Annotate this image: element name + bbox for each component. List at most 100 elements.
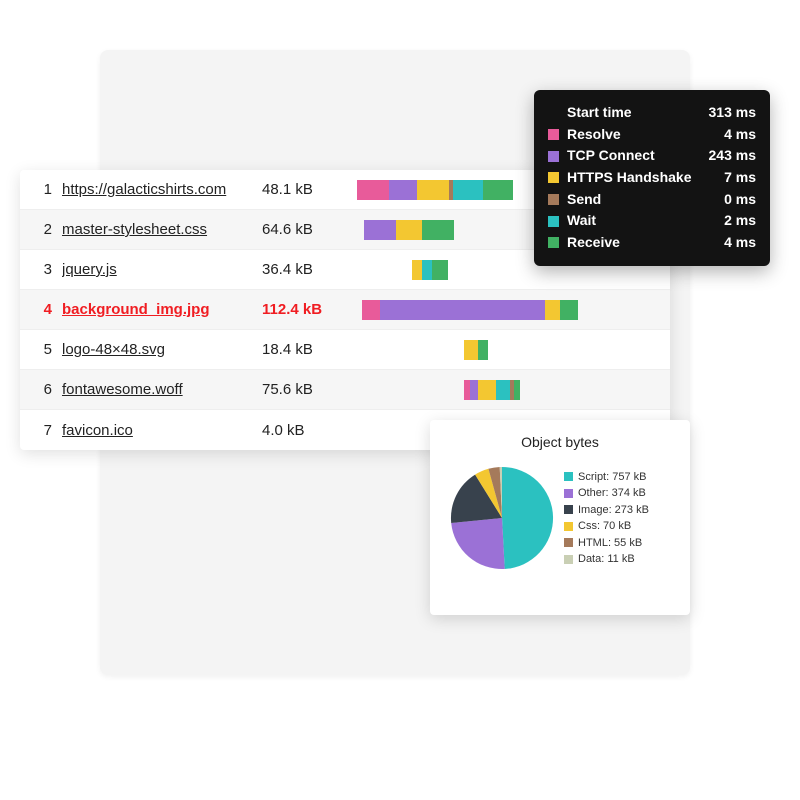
- resource-link[interactable]: jquery.js: [62, 261, 262, 278]
- tooltip-row: Wait2 ms: [548, 210, 756, 232]
- timing-segment-receive: [432, 260, 448, 280]
- timing-segment-https: [478, 380, 496, 400]
- timing-bar: [464, 340, 488, 360]
- timing-bar: [412, 260, 448, 280]
- timeline-track: [352, 340, 656, 360]
- timing-segment-tcp: [470, 380, 478, 400]
- tooltip-label: TCP Connect: [567, 145, 709, 167]
- timing-segment-wait: [422, 260, 432, 280]
- tooltip-value: 4 ms: [724, 124, 756, 146]
- tooltip-row: Send0 ms: [548, 189, 756, 211]
- row-index: 6: [34, 381, 52, 398]
- tooltip-row: HTTPS Handshake7 ms: [548, 167, 756, 189]
- html-swatch-icon: [564, 538, 573, 547]
- tooltip-value: 7 ms: [724, 167, 756, 189]
- resolve-swatch-icon: [548, 129, 559, 140]
- timing-bar: [364, 220, 454, 240]
- resource-link[interactable]: master-stylesheet.css: [62, 221, 262, 238]
- legend-label: HTML: 55 kB: [578, 535, 642, 552]
- legend-label: Other: 374 kB: [578, 485, 646, 502]
- timing-segment-tcp: [389, 180, 417, 200]
- legend-item: Image: 273 kB: [564, 502, 649, 519]
- row-index: 1: [34, 181, 52, 198]
- tooltip-value: 0 ms: [724, 189, 756, 211]
- receive-swatch-icon: [548, 237, 559, 248]
- timeline-track: [352, 380, 656, 400]
- resource-link[interactable]: background_img.jpg: [62, 301, 262, 318]
- timing-segment-https: [464, 340, 478, 360]
- resource-size: 18.4 kB: [262, 341, 352, 358]
- legend-item: Css: 70 kB: [564, 518, 649, 535]
- row-index: 4: [34, 301, 52, 318]
- row-index: 5: [34, 341, 52, 358]
- tooltip-label: Wait: [567, 210, 724, 232]
- timing-segment-tcp: [364, 220, 396, 240]
- legend-item: HTML: 55 kB: [564, 535, 649, 552]
- wait-swatch-icon: [548, 216, 559, 227]
- timing-segment-resolve: [362, 300, 380, 320]
- tooltip-label: Start time: [567, 102, 709, 124]
- tooltip-value: 243 ms: [709, 145, 756, 167]
- timing-segment-https: [545, 300, 560, 320]
- timing-segment-https: [396, 220, 422, 240]
- tooltip-label: Resolve: [567, 124, 724, 146]
- script-swatch-icon: [564, 472, 573, 481]
- resource-size: 4.0 kB: [262, 422, 352, 439]
- timing-segment-https: [412, 260, 422, 280]
- legend-label: Image: 273 kB: [578, 502, 649, 519]
- tooltip-value: 2 ms: [724, 210, 756, 232]
- timing-segment-tcp: [380, 300, 545, 320]
- pie-chart: [444, 460, 560, 576]
- other-swatch-icon: [564, 489, 573, 498]
- pie-slice-script: [502, 467, 553, 569]
- timeline-track: [352, 300, 656, 320]
- legend-label: Script: 757 kB: [578, 469, 646, 486]
- legend-item: Other: 374 kB: [564, 485, 649, 502]
- data-swatch-icon: [564, 555, 573, 564]
- tooltip-label: Send: [567, 189, 724, 211]
- resource-link[interactable]: logo-48×48.svg: [62, 341, 262, 358]
- table-row[interactable]: 5 logo-48×48.svg18.4 kB: [20, 330, 670, 370]
- tcp-swatch-icon: [548, 151, 559, 162]
- pie-card: Object bytes Script: 757 kBOther: 374 kB…: [430, 420, 690, 615]
- row-index: 7: [34, 422, 52, 439]
- resource-link[interactable]: favicon.ico: [62, 422, 262, 439]
- timing-segment-receive: [422, 220, 454, 240]
- timing-segment-wait: [496, 380, 510, 400]
- timing-segment-wait: [453, 180, 483, 200]
- legend-item: Script: 757 kB: [564, 469, 649, 486]
- resource-link[interactable]: fontawesome.woff: [62, 381, 262, 398]
- row-index: 2: [34, 221, 52, 238]
- timing-bar: [357, 180, 513, 200]
- timing-tooltip: Start time313 msResolve4 msTCP Connect24…: [534, 90, 770, 266]
- timing-segment-receive: [478, 340, 488, 360]
- image-swatch-icon: [564, 505, 573, 514]
- pie-slice-other: [451, 518, 505, 569]
- timing-segment-resolve: [357, 180, 389, 200]
- tooltip-value: 4 ms: [724, 232, 756, 254]
- resource-link[interactable]: https://galacticshirts.com: [62, 181, 262, 198]
- https-swatch-icon: [548, 172, 559, 183]
- legend-label: Data: 11 kB: [578, 551, 635, 568]
- tooltip-row: Start time313 ms: [548, 102, 756, 124]
- timing-segment-receive: [560, 300, 578, 320]
- tooltip-row: TCP Connect243 ms: [548, 145, 756, 167]
- css-swatch-icon: [564, 522, 573, 531]
- timing-segment-https: [417, 180, 449, 200]
- timing-segment-receive: [483, 180, 513, 200]
- pie-legend: Script: 757 kBOther: 374 kBImage: 273 kB…: [564, 469, 649, 568]
- table-row[interactable]: 4background_img.jpg112.4 kB: [20, 290, 670, 330]
- tooltip-row: Resolve4 ms: [548, 124, 756, 146]
- table-row[interactable]: 6fontawesome.woff75.6 kB: [20, 370, 670, 410]
- send-swatch-icon: [548, 194, 559, 205]
- row-index: 3: [34, 261, 52, 278]
- pie-title: Object bytes: [444, 434, 676, 450]
- timing-bar: [362, 300, 578, 320]
- timing-bar: [464, 380, 520, 400]
- tooltip-label: Receive: [567, 232, 724, 254]
- tooltip-row: Receive4 ms: [548, 232, 756, 254]
- legend-item: Data: 11 kB: [564, 551, 649, 568]
- resource-size: 48.1 kB: [262, 181, 352, 198]
- resource-size: 64.6 kB: [262, 221, 352, 238]
- resource-size: 36.4 kB: [262, 261, 352, 278]
